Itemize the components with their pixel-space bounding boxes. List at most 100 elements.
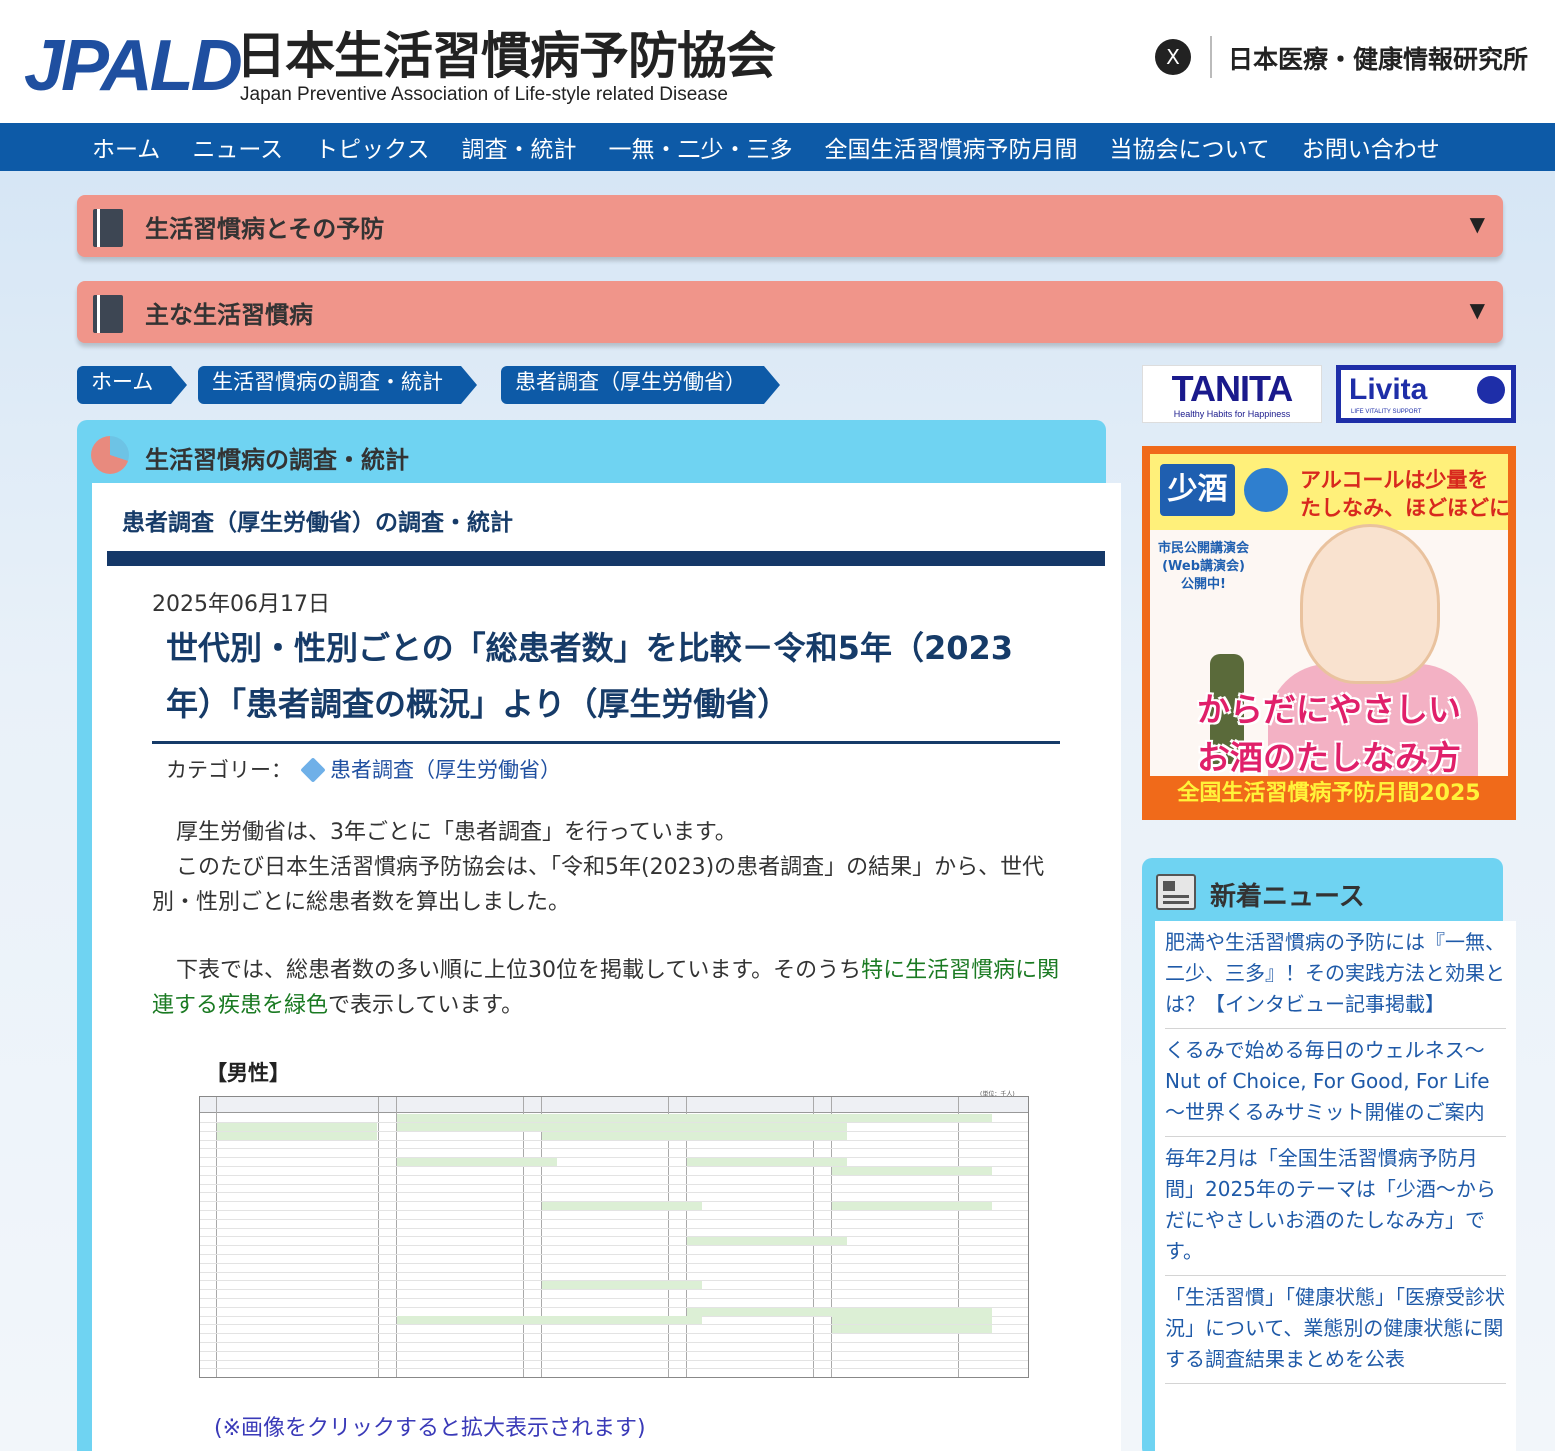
- paragraph-3-end: で表示しています。: [328, 993, 524, 1018]
- news-item[interactable]: 「生活習慣」「健康状態」「医療受診状況」について、業態別の健康状態に関する調査結…: [1165, 1276, 1506, 1384]
- table-row: [200, 1140, 1028, 1150]
- accordion-prevention[interactable]: 生活習慣病とその予防 ▼: [77, 195, 1503, 257]
- banner-main-1: からだにやさしい: [1197, 690, 1461, 729]
- table-row: [200, 1237, 1028, 1247]
- banner-sub: 市民公開講演会 (Web講演会) 公開中!: [1158, 540, 1249, 594]
- table-row: [200, 1158, 1028, 1167]
- nav-topics[interactable]: トピックス: [299, 130, 445, 164]
- banner-main-text: からだにやさしい お酒のたしなみ方: [1150, 686, 1508, 782]
- breadcrumb-stats[interactable]: 生活習慣病の調査・統計: [198, 366, 477, 404]
- banner-sub-3: 公開中!: [1181, 577, 1226, 592]
- highlight-cell: [542, 1114, 702, 1122]
- nav-contact[interactable]: お問い合わせ: [1286, 130, 1456, 164]
- table-caption: 【男性】: [206, 1061, 290, 1085]
- campaign-banner[interactable]: 少酒 アルコールは少量を たしなみ、ほどほどに! 市民公開講演会 (Web講演会) 公…: [1142, 446, 1516, 820]
- accordion-label: 生活習慣病とその予防: [145, 215, 385, 243]
- breadcrumb-home[interactable]: ホーム: [77, 366, 188, 404]
- news-title: 新着ニュース: [1210, 882, 1365, 912]
- table-row: [200, 1343, 1028, 1352]
- banner-sub-1: 市民公開講演会: [1158, 541, 1250, 556]
- highlight-cell: [397, 1114, 557, 1122]
- newspaper-icon: [1156, 874, 1196, 910]
- nav-ichimu[interactable]: 一無・二少・三多: [592, 130, 808, 164]
- table-row: [200, 1193, 1028, 1203]
- header-divider: [1210, 36, 1212, 78]
- book-icon: [93, 209, 123, 247]
- table-row: [200, 1184, 1028, 1194]
- table-row: [200, 1228, 1028, 1238]
- tanita-tagline: Healthy Habits for Happiness: [1173, 409, 1291, 419]
- enlarge-note[interactable]: (※画像をクリックすると拡大表示されます): [214, 1410, 646, 1442]
- livita-tagline: LIFE VITALITY SUPPORT: [1351, 409, 1422, 415]
- highlight-cell: [687, 1114, 847, 1122]
- article-title: 世代別・性別ごとの「総患者数」を比較－令和5年（2023年）「患者調査の概況」よ…: [166, 629, 1014, 723]
- breadcrumb-current[interactable]: 患者調査（厚生労働省）: [501, 366, 780, 404]
- banner-footer: 全国生活習慣病予防月間2025: [1150, 776, 1508, 812]
- table-row: [200, 1255, 1028, 1264]
- highlight-cell: [832, 1202, 992, 1210]
- highlight-cell: [217, 1131, 377, 1140]
- nav-month[interactable]: 全国生活習慣病予防月間: [808, 130, 1093, 164]
- banner-headline-2: たしなみ、ほどほどに!: [1300, 496, 1508, 520]
- news-item[interactable]: 毎年2月は「全国生活習慣病予防月間」2025年のテーマは「少酒～からだにやさしい…: [1165, 1137, 1506, 1276]
- article-date: 2025年06月17日: [152, 592, 330, 617]
- panel-title: 生活習慣病の調査・統計: [145, 446, 409, 474]
- table-row: [200, 1176, 1028, 1185]
- table-row: [200, 1352, 1028, 1361]
- paragraph-2: このたび日本生活習慣病予防協会は、「令和5年(2023)の患者調査」の結果」から…: [152, 855, 1045, 915]
- banner-badge: 少酒: [1160, 464, 1235, 516]
- paragraph-3-start: 下表では、総患者数の多い順に上位30位を掲載しています。そのうち: [176, 958, 862, 983]
- highlight-cell: [542, 1202, 702, 1210]
- tanita-logo: TANITA: [1171, 368, 1294, 409]
- table-row: [200, 1246, 1028, 1255]
- logo-japanese[interactable]: 日本生活習慣病予防協会: [236, 28, 776, 84]
- pie-chart-icon: [91, 436, 129, 474]
- nav-stats[interactable]: 調査・統計: [445, 130, 592, 164]
- highlight-cell: [542, 1122, 702, 1131]
- highlight-cell: [687, 1158, 847, 1166]
- category: カテゴリー： 患者調査（厚生労働省）: [166, 754, 561, 784]
- nav-news[interactable]: ニュース: [176, 130, 299, 164]
- category-link[interactable]: 患者調査（厚生労働省）: [330, 758, 561, 782]
- livita-banner[interactable]: Livita LIFE VITALITY SUPPORT: [1336, 365, 1516, 423]
- x-icon[interactable]: X: [1155, 39, 1191, 75]
- highlight-cell: [542, 1316, 702, 1325]
- nav-about[interactable]: 当協会について: [1093, 130, 1285, 164]
- highlight-cell: [687, 1131, 847, 1140]
- accordion-diseases[interactable]: 主な生活習慣病 ▼: [77, 281, 1503, 343]
- table-row: [200, 1272, 1028, 1282]
- table-row: [200, 1369, 1028, 1377]
- table-row: [200, 1220, 1028, 1229]
- statistics-table-image[interactable]: [199, 1096, 1029, 1378]
- partner-link[interactable]: 日本医療・健康情報研究所: [1228, 40, 1528, 76]
- book-icon: [93, 295, 123, 333]
- nav-home[interactable]: ホーム: [76, 130, 176, 164]
- highlight-cell: [832, 1316, 992, 1325]
- card-heading: 患者調査（厚生労働省）の調査・統計: [122, 510, 513, 536]
- table-row: [200, 1290, 1028, 1299]
- paragraph-3: 下表では、総患者数の多い順に上位30位を掲載しています。そのうち特に生活習慣病に…: [152, 953, 1060, 1023]
- livita-text: Livita: [1349, 373, 1428, 406]
- title-divider: [152, 741, 1060, 744]
- table-row: [200, 1360, 1028, 1370]
- category-label: カテゴリー：: [166, 758, 292, 782]
- woman-face-illustration: [1300, 524, 1440, 684]
- highlight-cell: [217, 1122, 377, 1131]
- table-row: [200, 1264, 1028, 1273]
- highlight-cell: [832, 1307, 992, 1316]
- site-header: JPALD 日本生活習慣病予防協会 Japan Preventive Assoc…: [0, 0, 1555, 123]
- banner-headline-1: アルコールは少量を: [1300, 468, 1489, 492]
- news-item[interactable]: 肥満や生活習慣病の予防には『一無、二少、三多』！その実践方法と効果とは？【インタ…: [1165, 921, 1506, 1029]
- tanita-banner[interactable]: TANITA Healthy Habits for Happiness: [1142, 365, 1322, 423]
- highlight-cell: [832, 1114, 992, 1122]
- highlight-cell: [397, 1316, 557, 1325]
- highlight-cell: [687, 1307, 847, 1316]
- highlight-cell: [542, 1131, 702, 1140]
- logo-mark[interactable]: JPALD: [24, 30, 243, 102]
- table-header-row: [200, 1097, 1028, 1113]
- highlight-cell: [397, 1122, 557, 1131]
- news-item[interactable]: くるみで始める毎日のウェルネス～Nut of Choice, For Good,…: [1165, 1029, 1506, 1137]
- chevron-down-icon: ▼: [1469, 298, 1485, 322]
- banner-main-2: お酒のたしなみ方: [1197, 738, 1461, 777]
- news-list: 肥満や生活習慣病の予防には『一無、二少、三多』！その実践方法と効果とは？【インタ…: [1155, 921, 1516, 1451]
